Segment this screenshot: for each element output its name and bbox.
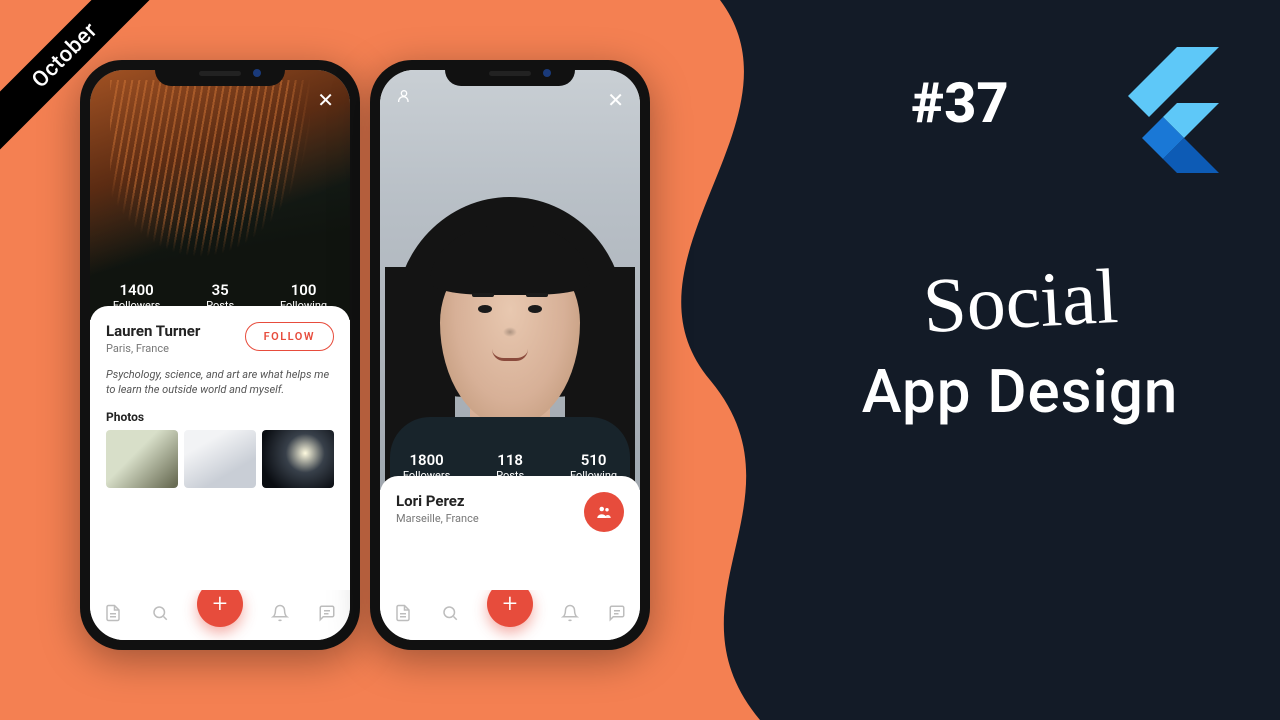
phone-mockups: ✕ 1400 Followers 35 Posts 100 Following bbox=[80, 60, 650, 650]
followers-count: 1400 bbox=[113, 281, 160, 299]
episode-number: #37 bbox=[911, 70, 1008, 136]
search-icon[interactable] bbox=[151, 604, 169, 627]
profile-icon[interactable] bbox=[396, 88, 412, 108]
notifications-icon[interactable] bbox=[271, 604, 289, 627]
photos-row bbox=[106, 430, 334, 488]
profile-photo bbox=[410, 197, 610, 457]
phone-notch bbox=[445, 60, 575, 86]
phone-2-screen: ✕ 1800 Followers 118 Posts 510 Following bbox=[380, 70, 640, 640]
following-count: 510 bbox=[570, 451, 617, 469]
phone-1-screen: ✕ 1400 Followers 35 Posts 100 Following bbox=[90, 70, 350, 640]
photo-thumb[interactable] bbox=[106, 430, 178, 488]
profile-location: Marseille, France bbox=[396, 512, 479, 525]
close-icon[interactable]: ✕ bbox=[317, 88, 334, 112]
profile-location: Paris, France bbox=[106, 342, 200, 355]
bottom-nav: + bbox=[90, 590, 350, 640]
follow-button[interactable]: FOLLOW bbox=[245, 322, 334, 351]
profile-card: Lauren Turner Paris, France FOLLOW Psych… bbox=[90, 306, 350, 590]
phone-1: ✕ 1400 Followers 35 Posts 100 Following bbox=[80, 60, 360, 650]
profile-name: Lori Perez bbox=[396, 492, 479, 510]
profile-hero: ✕ 1400 Followers 35 Posts 100 Following bbox=[90, 70, 350, 320]
feed-icon[interactable] bbox=[394, 604, 412, 627]
profile-name: Lauren Turner bbox=[106, 322, 200, 340]
notifications-icon[interactable] bbox=[561, 604, 579, 627]
messages-icon[interactable] bbox=[608, 604, 626, 627]
close-icon[interactable]: ✕ bbox=[607, 88, 624, 112]
phone-notch bbox=[155, 60, 285, 86]
feed-icon[interactable] bbox=[104, 604, 122, 627]
flutter-logo-icon bbox=[1100, 40, 1240, 180]
profile-hero: ✕ 1800 Followers 118 Posts 510 Following bbox=[380, 70, 640, 490]
search-icon[interactable] bbox=[441, 604, 459, 627]
photos-heading: Photos bbox=[106, 410, 334, 424]
title-panel: #37 Social App Design bbox=[760, 0, 1280, 720]
photo-thumb[interactable] bbox=[262, 430, 334, 488]
posts-count: 35 bbox=[206, 281, 234, 299]
followers-count: 1800 bbox=[403, 451, 450, 469]
messages-icon[interactable] bbox=[318, 604, 336, 627]
phone-2: ✕ 1800 Followers 118 Posts 510 Following bbox=[370, 60, 650, 650]
friends-button[interactable] bbox=[584, 492, 624, 532]
following-count: 100 bbox=[280, 281, 327, 299]
title-script: Social bbox=[920, 251, 1119, 351]
bottom-nav: + bbox=[380, 590, 640, 640]
profile-bio: Psychology, science, and art are what he… bbox=[106, 367, 334, 398]
profile-card: Lori Perez Marseille, France bbox=[380, 476, 640, 590]
photo-thumb[interactable] bbox=[184, 430, 256, 488]
posts-count: 118 bbox=[496, 451, 524, 469]
title-sub: App Design bbox=[862, 356, 1179, 427]
